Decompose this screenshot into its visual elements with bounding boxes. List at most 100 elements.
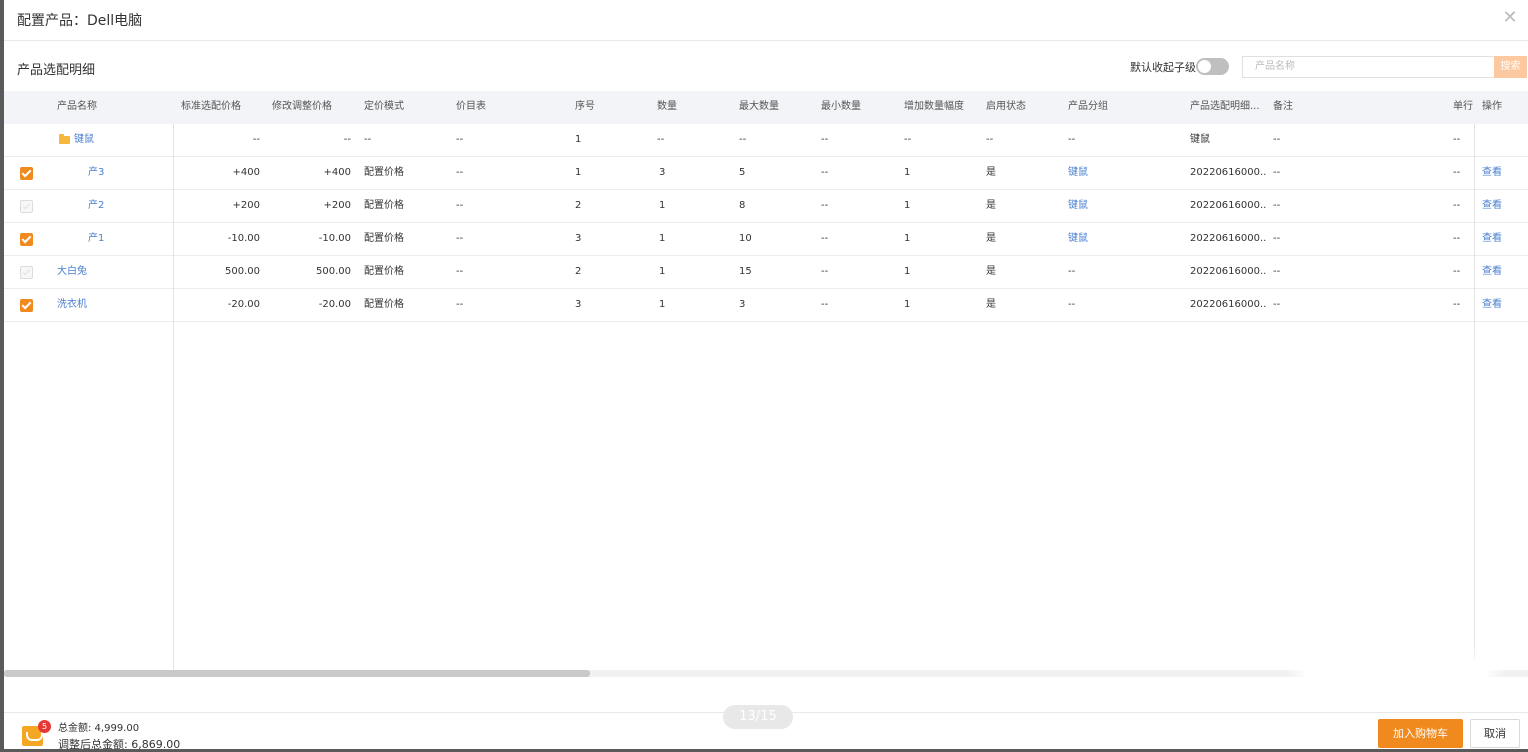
product-name[interactable]: 洗衣机	[57, 289, 167, 321]
min-qty: --	[821, 134, 829, 145]
min-qty: --	[821, 299, 829, 310]
enabled: 是	[986, 233, 996, 244]
col-header-remark[interactable]: 备注	[1273, 91, 1393, 123]
row-checkbox[interactable]	[20, 233, 33, 246]
seq: 3	[575, 233, 582, 244]
adj-price[interactable]: -20.00	[270, 289, 351, 321]
adj-price[interactable]: -10.00	[270, 223, 351, 255]
seq: 1	[575, 167, 582, 178]
section-title: 产品选配明细	[17, 63, 96, 78]
qty[interactable]: 1	[659, 190, 719, 222]
col-header-unit[interactable]: 单行	[1453, 91, 1473, 123]
max-qty: 8	[739, 200, 746, 211]
col-header-increment[interactable]: 增加数量幅度	[904, 91, 979, 123]
table-row[interactable]: 产1 -10.00 -10.00 配置价格 -- 3 1 10 -- 1 是 键…	[4, 223, 1528, 256]
detail: 20220616000...	[1190, 299, 1266, 310]
price-list: --	[456, 299, 464, 310]
group-link[interactable]: 键鼠	[1068, 157, 1178, 189]
std-price: 500.00	[225, 266, 260, 277]
col-header-enabled[interactable]: 启用状态	[986, 91, 1056, 123]
min-qty: --	[821, 233, 829, 244]
adj-price[interactable]: +400	[270, 157, 351, 189]
unit: --	[1453, 200, 1461, 211]
product-search-input[interactable]: 产品名称	[1242, 56, 1494, 78]
seq: 2	[575, 266, 582, 277]
table-row[interactable]: 产3 +400 +400 配置价格 -- 1 3 5 -- 1 是 键鼠 202…	[4, 157, 1528, 190]
std-price: +400	[232, 167, 260, 178]
group: --	[1068, 299, 1076, 310]
col-header-detail[interactable]: 产品选配明细...	[1190, 91, 1266, 123]
group-name[interactable]: 键鼠	[74, 124, 164, 156]
row-checkbox[interactable]	[20, 167, 33, 180]
table-row[interactable]: 大白兔 500.00 500.00 配置价格 -- 2 1 15 -- 1 是 …	[4, 256, 1528, 289]
unit: --	[1453, 266, 1461, 277]
std-price: --	[252, 134, 260, 145]
table-header: 产品名称 标准选配价格 修改调整价格 定价模式 价目表 序号 数量 最大数量 最…	[4, 91, 1528, 124]
col-header-max-qty[interactable]: 最大数量	[739, 91, 809, 123]
pricing-mode: 配置价格	[364, 299, 404, 310]
col-header-pricing-mode[interactable]: 定价模式	[364, 91, 444, 123]
col-header-min-qty[interactable]: 最小数量	[821, 91, 891, 123]
scrollbar-thumb[interactable]	[4, 670, 590, 677]
col-header-group[interactable]: 产品分组	[1068, 91, 1178, 123]
table-row[interactable]: 产2 +200 +200 配置价格 -- 2 1 8 -- 1 是 键鼠 202…	[4, 190, 1528, 223]
row-checkbox[interactable]	[20, 266, 33, 279]
row-checkbox[interactable]	[20, 299, 33, 312]
search-button[interactable]: 搜索	[1494, 56, 1527, 78]
collapse-children-toggle[interactable]	[1196, 58, 1229, 75]
view-link[interactable]: 查看	[1482, 256, 1512, 288]
dialog-header: 配置产品：Dell电脑 ✕	[4, 0, 1528, 41]
view-link[interactable]: 查看	[1482, 289, 1512, 321]
max-qty: 5	[739, 167, 746, 178]
col-header-qty[interactable]: 数量	[657, 91, 717, 123]
remark: --	[1273, 233, 1281, 244]
qty[interactable]: 3	[659, 157, 719, 189]
enabled: --	[986, 134, 994, 145]
min-qty: --	[821, 266, 829, 277]
shopping-cart-icon[interactable]: 5	[20, 720, 51, 748]
product-name[interactable]: 产2	[88, 190, 168, 222]
col-header-seq[interactable]: 序号	[575, 91, 635, 123]
table-row[interactable]: 洗衣机 -20.00 -20.00 配置价格 -- 3 1 3 -- 1 是 -…	[4, 289, 1528, 322]
view-link[interactable]: 查看	[1482, 223, 1512, 255]
adj-price[interactable]: 500.00	[270, 256, 351, 288]
increment: 1	[904, 200, 911, 211]
product-detail-table: 产品名称 标准选配价格 修改调整价格 定价模式 价目表 序号 数量 最大数量 最…	[4, 91, 1528, 670]
detail: 键鼠	[1190, 134, 1210, 145]
enabled: 是	[986, 266, 996, 277]
row-checkbox[interactable]	[20, 200, 33, 213]
price-list: --	[456, 167, 464, 178]
detail: 20220616000...	[1190, 266, 1266, 277]
increment: 1	[904, 233, 911, 244]
detail: 20220616000...	[1190, 167, 1266, 178]
col-header-std-price[interactable]: 标准选配价格	[181, 91, 266, 123]
adjusted-total-amount: 调整后总金额: 6,869.00	[58, 738, 181, 751]
view-link[interactable]: 查看	[1482, 157, 1512, 189]
col-header-name[interactable]: 产品名称	[57, 91, 167, 123]
qty[interactable]: 1	[659, 256, 719, 288]
qty[interactable]: 1	[659, 289, 719, 321]
price-list: --	[456, 134, 464, 145]
col-header-price-list[interactable]: 价目表	[456, 91, 536, 123]
detail: 20220616000...	[1190, 200, 1266, 211]
product-name[interactable]: 产3	[88, 157, 168, 189]
group-link[interactable]: 键鼠	[1068, 223, 1178, 255]
frozen-column-divider-right	[1474, 124, 1475, 670]
remark: --	[1273, 266, 1281, 277]
col-header-adj-price[interactable]: 修改调整价格	[272, 91, 357, 123]
adj-price[interactable]: +200	[270, 190, 351, 222]
remark: --	[1273, 134, 1281, 145]
group-link[interactable]: 键鼠	[1068, 190, 1178, 222]
cancel-button[interactable]: 取消	[1470, 719, 1520, 748]
qty[interactable]: 1	[659, 223, 719, 255]
horizontal-scrollbar[interactable]	[4, 670, 1528, 677]
product-name[interactable]: 大白兔	[57, 256, 167, 288]
view-link[interactable]: 查看	[1482, 190, 1512, 222]
group: --	[1068, 134, 1076, 145]
close-icon[interactable]: ✕	[1500, 8, 1520, 28]
add-to-cart-button[interactable]: 加入购物车	[1378, 719, 1463, 748]
std-price: -20.00	[227, 299, 260, 310]
table-row-group[interactable]: 键鼠 -- -- -- -- 1 -- -- -- -- -- -- 键鼠 --…	[4, 124, 1528, 157]
product-name[interactable]: 产1	[88, 223, 168, 255]
unit: --	[1453, 134, 1461, 145]
